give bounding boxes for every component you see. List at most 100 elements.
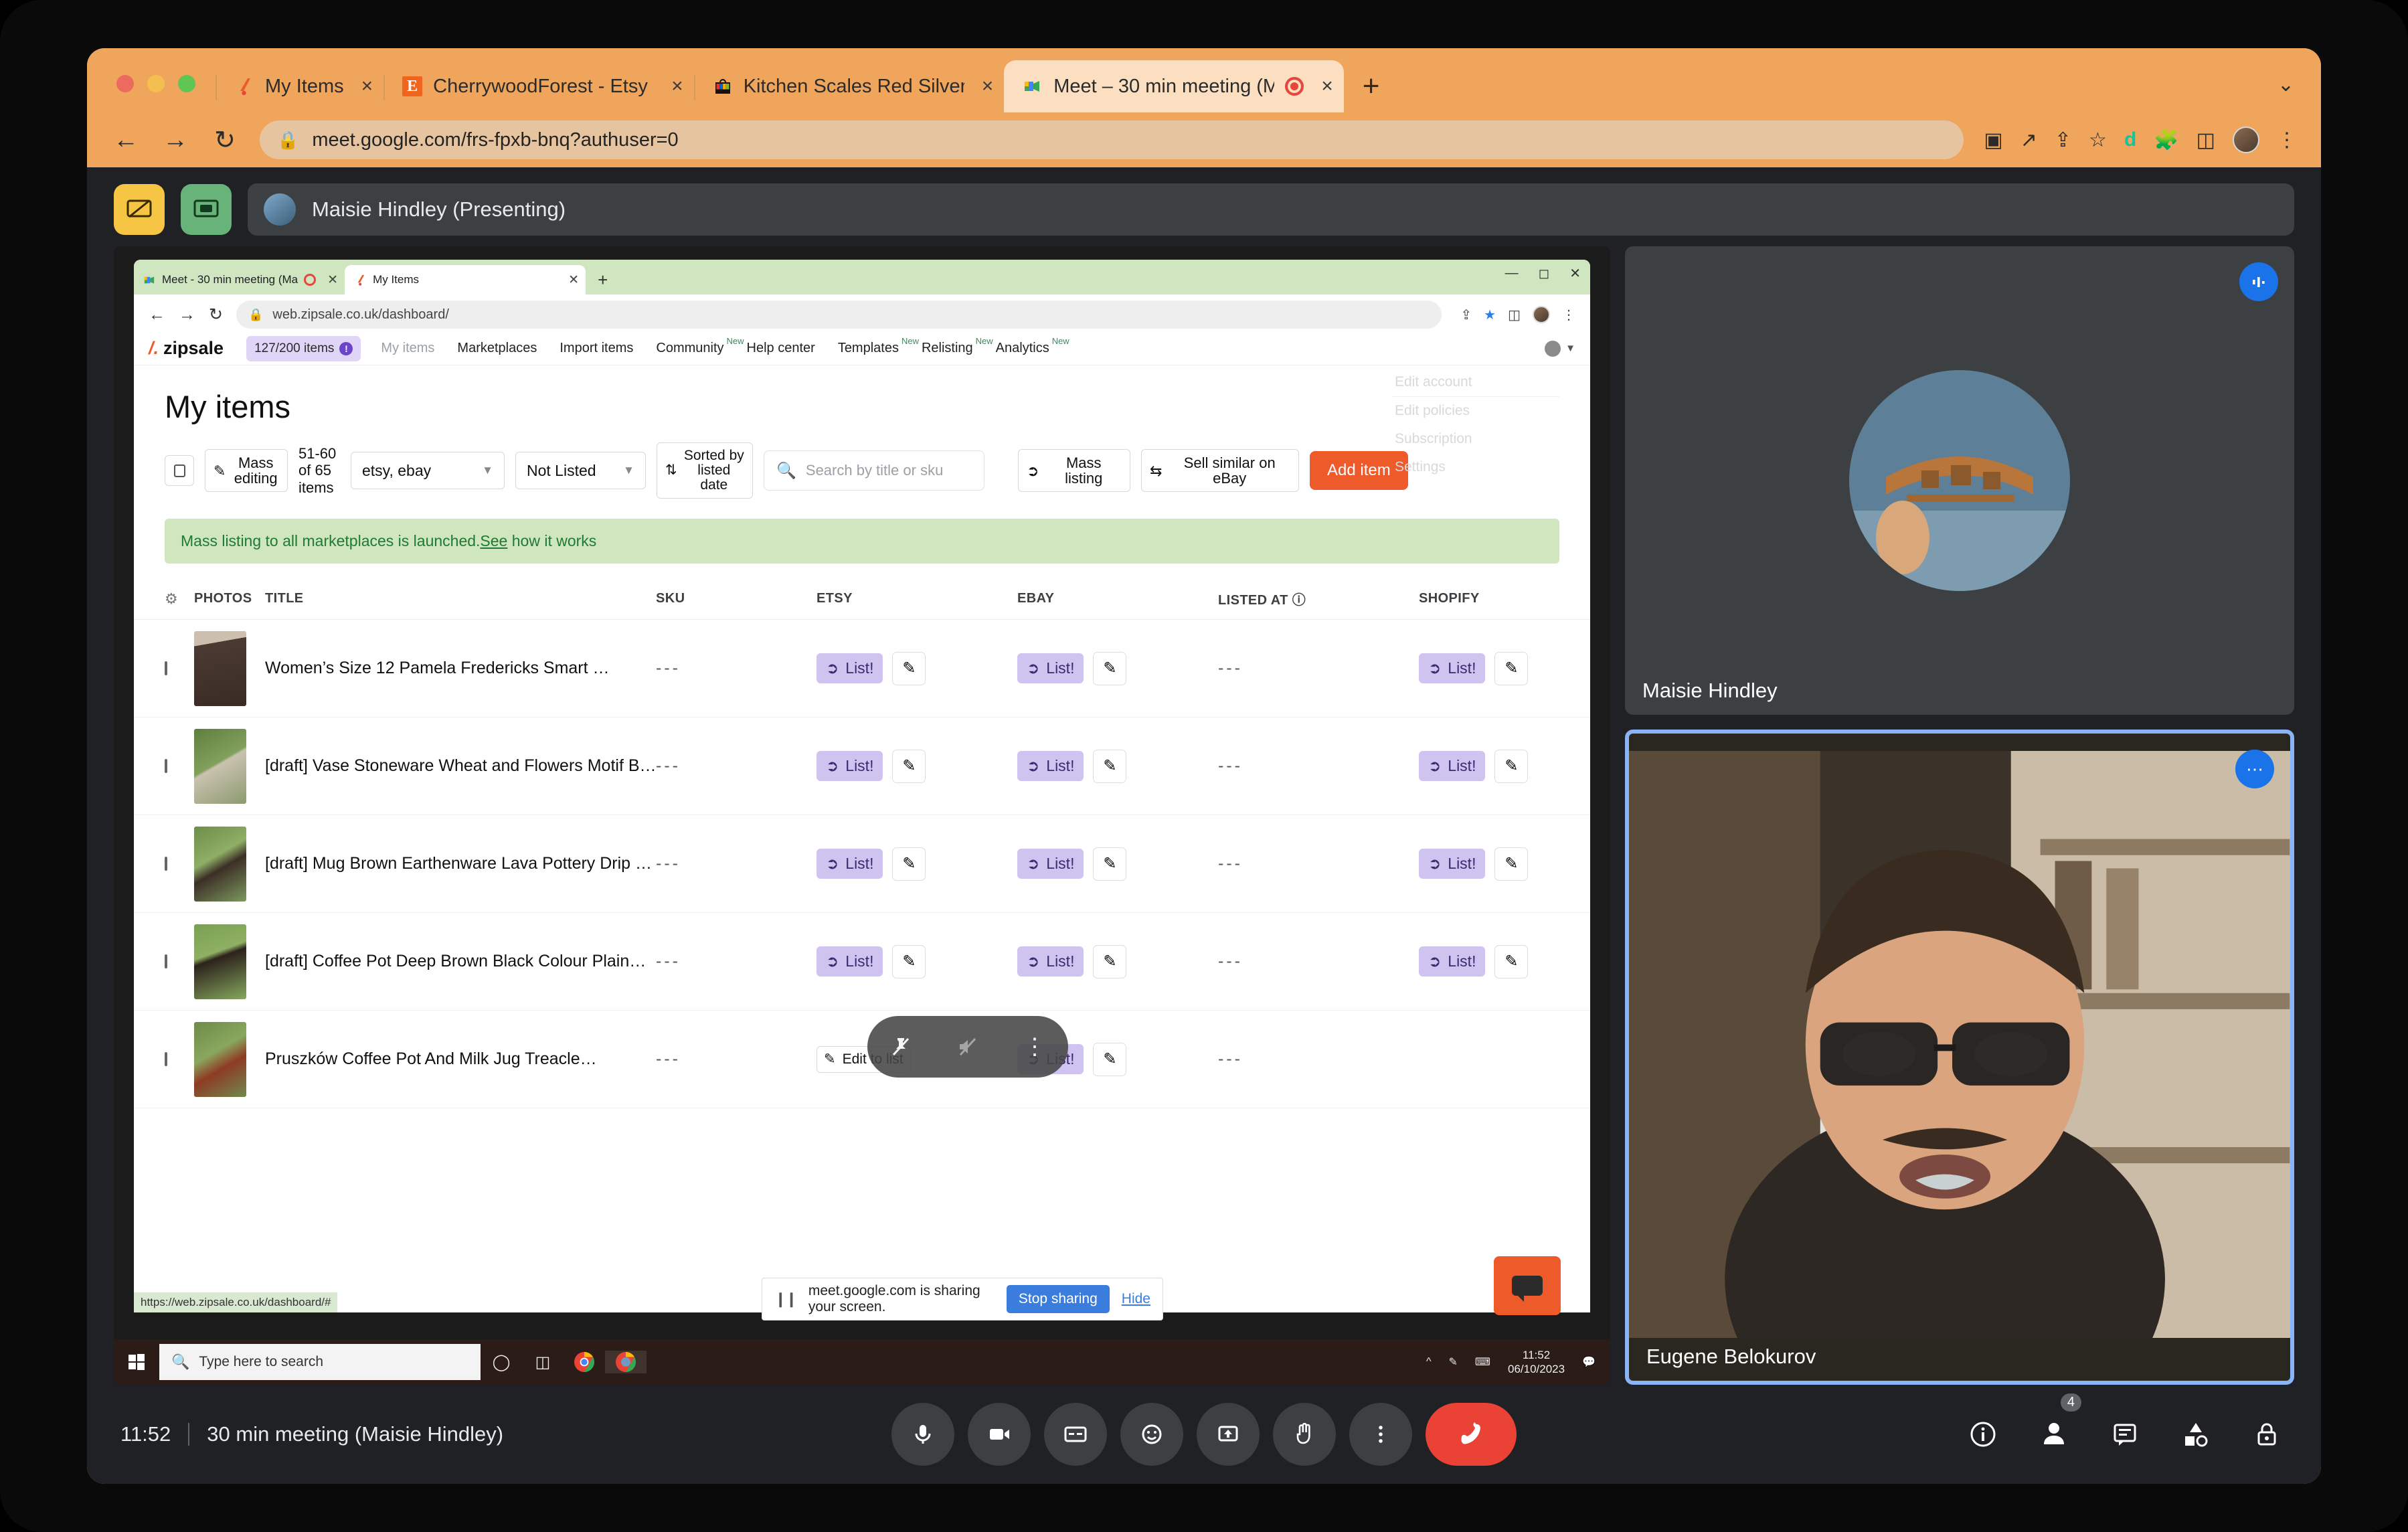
- row-checkbox[interactable]: [165, 758, 194, 773]
- sell-similar-ebay-button[interactable]: ⇆ Sell similar on eBay: [1141, 448, 1299, 493]
- star-icon[interactable]: ☆: [2089, 129, 2107, 152]
- menu-item-settings[interactable]: Settings: [1392, 453, 1559, 481]
- row-checkbox[interactable]: [165, 954, 194, 968]
- search-input[interactable]: 🔍 Search by title or sku: [764, 450, 984, 491]
- stop-sharing-button[interactable]: Stop sharing: [1006, 1285, 1110, 1313]
- shopify-edit-button[interactable]: ✎: [1494, 749, 1529, 783]
- close-window-button[interactable]: [116, 75, 134, 92]
- nav-item-relisting[interactable]: Relisting New: [922, 336, 993, 356]
- back-button[interactable]: ←: [149, 305, 165, 325]
- new-tab-button[interactable]: +: [1344, 70, 1399, 112]
- captions-button[interactable]: [1044, 1403, 1107, 1466]
- close-icon[interactable]: ×: [671, 75, 683, 98]
- taskbar-clock[interactable]: 11:52 06/10/2023: [1508, 1348, 1565, 1377]
- row-checkbox[interactable]: [165, 661, 194, 675]
- kebab-menu-icon[interactable]: ⋮: [2277, 129, 2297, 152]
- etsy-edit-button[interactable]: ✎: [892, 749, 926, 783]
- ebay-edit-button[interactable]: ✎: [1093, 1042, 1127, 1076]
- item-thumbnail[interactable]: [194, 1021, 265, 1097]
- chrome-icon-2[interactable]: [605, 1351, 647, 1373]
- ebay-list-button[interactable]: ➲List!: [1017, 653, 1084, 684]
- browser-tab-meet[interactable]: Meet – 30 min meeting (M ×: [1004, 60, 1344, 112]
- pen-icon[interactable]: ✎: [1448, 1355, 1457, 1369]
- shopify-list-button[interactable]: ➲ List!: [1419, 653, 1486, 684]
- shared-address-bar[interactable]: 🔒 web.zipsale.co.uk/dashboard/: [236, 301, 1442, 329]
- stop-presenting-icon[interactable]: [114, 184, 165, 235]
- reload-button[interactable]: ↻: [210, 125, 240, 155]
- browser-tab-ebay[interactable]: Kitchen Scales Red Silver Met ×: [693, 60, 1005, 112]
- browser-tab-my-items[interactable]: My Items ×: [216, 60, 383, 112]
- leave-call-button[interactable]: [1426, 1403, 1517, 1466]
- host-controls-button[interactable]: [2246, 1414, 2288, 1455]
- close-icon[interactable]: ✕: [327, 272, 338, 288]
- shopify-list-button[interactable]: ➲ List!: [1419, 946, 1486, 977]
- ebay-edit-button[interactable]: ✎: [1093, 944, 1127, 978]
- grammarly-icon[interactable]: d: [2124, 129, 2136, 151]
- back-button[interactable]: ←: [111, 126, 141, 155]
- info-icon[interactable]: ⓘ: [1292, 593, 1306, 608]
- participants-button[interactable]: 4: [2033, 1393, 2081, 1455]
- close-icon[interactable]: ×: [361, 75, 373, 98]
- menu-item-edit-account[interactable]: Edit account: [1392, 368, 1559, 396]
- notifications-icon[interactable]: 💬: [1582, 1355, 1596, 1369]
- more-options-button[interactable]: [1349, 1403, 1412, 1466]
- table-row[interactable]: [draft] Coffee Pot Deep Brown Black Colo…: [134, 913, 1590, 1011]
- hide-button[interactable]: Hide: [1122, 1291, 1150, 1307]
- row-checkbox[interactable]: [165, 856, 194, 871]
- nav-item-marketplaces[interactable]: Marketplaces: [457, 341, 537, 356]
- table-row[interactable]: Women’s Size 12 Pamela Fredericks Smart …: [134, 620, 1590, 718]
- star-icon[interactable]: ★: [1484, 307, 1496, 323]
- ebay-edit-button[interactable]: ✎: [1093, 749, 1127, 783]
- banner-link[interactable]: See: [480, 532, 507, 549]
- etsy-edit-button[interactable]: ✎: [892, 847, 926, 881]
- side-panel-icon[interactable]: ◫: [1508, 307, 1521, 323]
- minimize-window-button[interactable]: [147, 75, 165, 92]
- table-row[interactable]: [draft] Vase Stoneware Wheat and Flowers…: [134, 717, 1590, 816]
- reactions-button[interactable]: [1120, 1403, 1183, 1466]
- open-in-new-icon[interactable]: ↗: [2020, 129, 2037, 152]
- unpin-icon[interactable]: [889, 1035, 912, 1058]
- start-icon[interactable]: [114, 1353, 159, 1371]
- chevron-down-icon[interactable]: ⌄: [2277, 73, 2321, 112]
- profile-avatar[interactable]: [2233, 126, 2259, 153]
- maximize-window-button[interactable]: ◻: [1539, 265, 1550, 282]
- ebay-edit-button[interactable]: ✎: [1093, 651, 1127, 685]
- etsy-list-button[interactable]: ➲ List!: [816, 751, 883, 782]
- camera-button[interactable]: [968, 1403, 1031, 1466]
- ebay-list-button[interactable]: ➲List!: [1017, 946, 1084, 977]
- etsy-list-button[interactable]: ➲ List!: [816, 653, 883, 684]
- taskbar-search-input[interactable]: 🔍 Type here to search: [159, 1344, 481, 1380]
- row-checkbox[interactable]: [165, 1051, 194, 1066]
- close-icon[interactable]: ×: [1321, 75, 1333, 98]
- item-thumbnail[interactable]: [194, 924, 265, 999]
- support-chat-button[interactable]: [1494, 1256, 1561, 1315]
- chrome-icon[interactable]: [564, 1351, 605, 1373]
- shopify-edit-button[interactable]: ✎: [1494, 651, 1529, 685]
- new-tab-button[interactable]: +: [586, 270, 618, 294]
- shared-tab-meet[interactable]: Meet - 30 min meeting (Ma ✕: [134, 265, 345, 294]
- menu-item-subscription[interactable]: Subscription: [1392, 425, 1559, 453]
- etsy-edit-button[interactable]: ✎: [892, 944, 926, 978]
- close-icon[interactable]: ✕: [568, 272, 579, 288]
- sort-button[interactable]: ⇅ Sorted by listed date: [657, 442, 753, 499]
- participant-tile-eugene[interactable]: ⋯ Eugene Belokurov: [1625, 730, 2294, 1385]
- shopify-list-button[interactable]: ➲ List!: [1419, 751, 1486, 782]
- etsy-list-button[interactable]: ➲ List!: [816, 849, 883, 879]
- marketplace-filter-select[interactable]: etsy, ebay ▼: [351, 452, 505, 490]
- shared-tab-my-items[interactable]: My Items ✕: [345, 265, 586, 294]
- pause-icon[interactable]: ❙❙: [774, 1290, 798, 1308]
- item-thumbnail[interactable]: [194, 630, 265, 706]
- meeting-details-button[interactable]: [1962, 1414, 2004, 1455]
- kebab-menu-icon[interactable]: ⋮: [1562, 307, 1575, 323]
- ebay-edit-button[interactable]: ✎: [1093, 847, 1127, 881]
- close-icon[interactable]: ×: [982, 75, 994, 98]
- status-filter-select[interactable]: Not Listed ▼: [515, 452, 646, 490]
- present-now-button[interactable]: [1197, 1403, 1260, 1466]
- mass-listing-button[interactable]: ➲ Mass listing: [1018, 448, 1130, 493]
- minimize-window-button[interactable]: —: [1505, 266, 1519, 281]
- cast-screen-icon[interactable]: [181, 184, 232, 235]
- item-thumbnail[interactable]: [194, 826, 265, 902]
- close-window-button[interactable]: ✕: [1569, 265, 1581, 282]
- item-counter-pill[interactable]: 127/200 items !: [246, 335, 361, 361]
- item-thumbnail[interactable]: [194, 728, 265, 804]
